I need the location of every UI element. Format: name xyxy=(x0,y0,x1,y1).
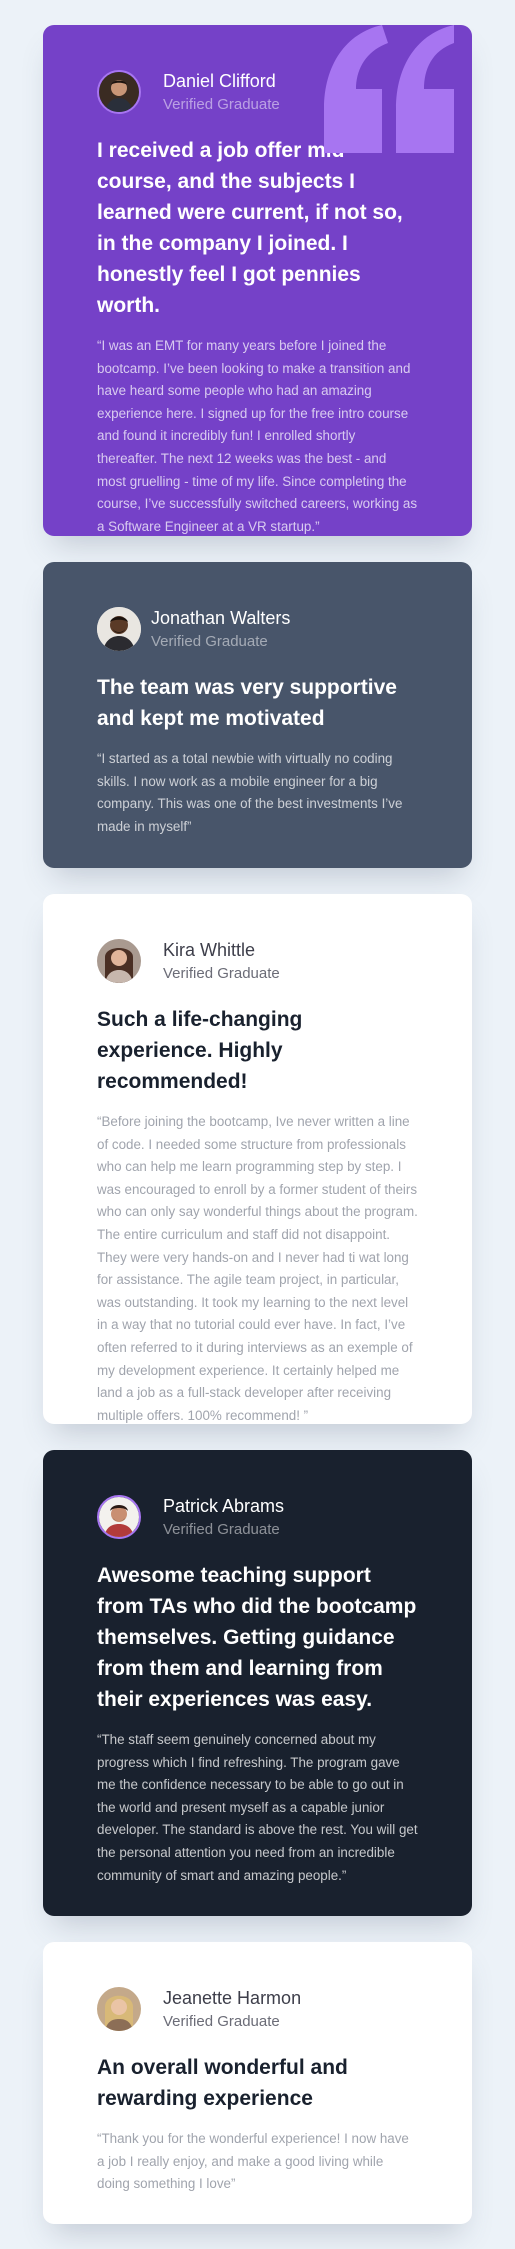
author-header: Patrick Abrams Verified Graduate xyxy=(97,1494,418,1540)
testimonial-headline: I received a job offer mid-course, and t… xyxy=(97,139,403,317)
author-status: Verified Graduate xyxy=(163,96,280,113)
testimonial-card-jeanette: Jeanette Harmon Verified Graduate An ove… xyxy=(43,1942,472,2224)
author-status: Verified Graduate xyxy=(151,633,268,650)
avatar xyxy=(97,939,141,983)
author-name: Patrick Abrams xyxy=(163,1496,285,1516)
author-header: Kira Whittle Verified Graduate xyxy=(97,938,418,984)
testimonial-body: “I was an EMT for many years before I jo… xyxy=(97,338,418,534)
avatar xyxy=(97,1987,141,2031)
avatar xyxy=(97,607,141,651)
testimonial-card-patrick: Patrick Abrams Verified Graduate Awesome… xyxy=(43,1450,472,1916)
author-status: Verified Graduate xyxy=(163,1521,280,1538)
author-name: Daniel Clifford xyxy=(163,71,276,91)
testimonials-page: Daniel Clifford Verified Graduate I rece… xyxy=(0,0,515,2249)
testimonial-card-daniel: Daniel Clifford Verified Graduate I rece… xyxy=(43,25,472,536)
author-status: Verified Graduate xyxy=(163,2013,280,2030)
testimonial-headline: Such a life-changing experience. Highly … xyxy=(97,1008,303,1093)
author-name: Jonathan Walters xyxy=(151,608,291,628)
author-header: Jeanette Harmon Verified Graduate xyxy=(97,1986,418,2032)
testimonial-body: “Thank you for the wonderful experience!… xyxy=(97,2131,409,2192)
author-status: Verified Graduate xyxy=(163,965,280,982)
testimonial-body: “The staff seem genuinely concerned abou… xyxy=(97,1732,418,1883)
testimonial-headline: The team was very supportive and kept me… xyxy=(97,676,397,730)
author-header: Daniel Clifford Verified Graduate xyxy=(97,69,418,115)
author-name: Kira Whittle xyxy=(163,940,256,960)
author-header: Jonathan Walters Verified Graduate xyxy=(97,606,418,652)
testimonial-card-kira: Kira Whittle Verified Graduate Such a li… xyxy=(43,894,472,1424)
testimonial-body: “Before joining the bootcamp, Ive never … xyxy=(97,1114,418,1423)
author-name: Jeanette Harmon xyxy=(163,1988,302,2008)
testimonial-body: “I started as a total newbie with virtua… xyxy=(97,751,403,834)
testimonial-headline: An overall wonderful and rewarding exper… xyxy=(97,2056,348,2110)
avatar xyxy=(97,1495,141,1539)
testimonial-card-jonathan: Jonathan Walters Verified Graduate The t… xyxy=(43,562,472,868)
testimonial-headline: Awesome teaching support from TAs who di… xyxy=(97,1564,417,1711)
avatar xyxy=(97,70,141,114)
